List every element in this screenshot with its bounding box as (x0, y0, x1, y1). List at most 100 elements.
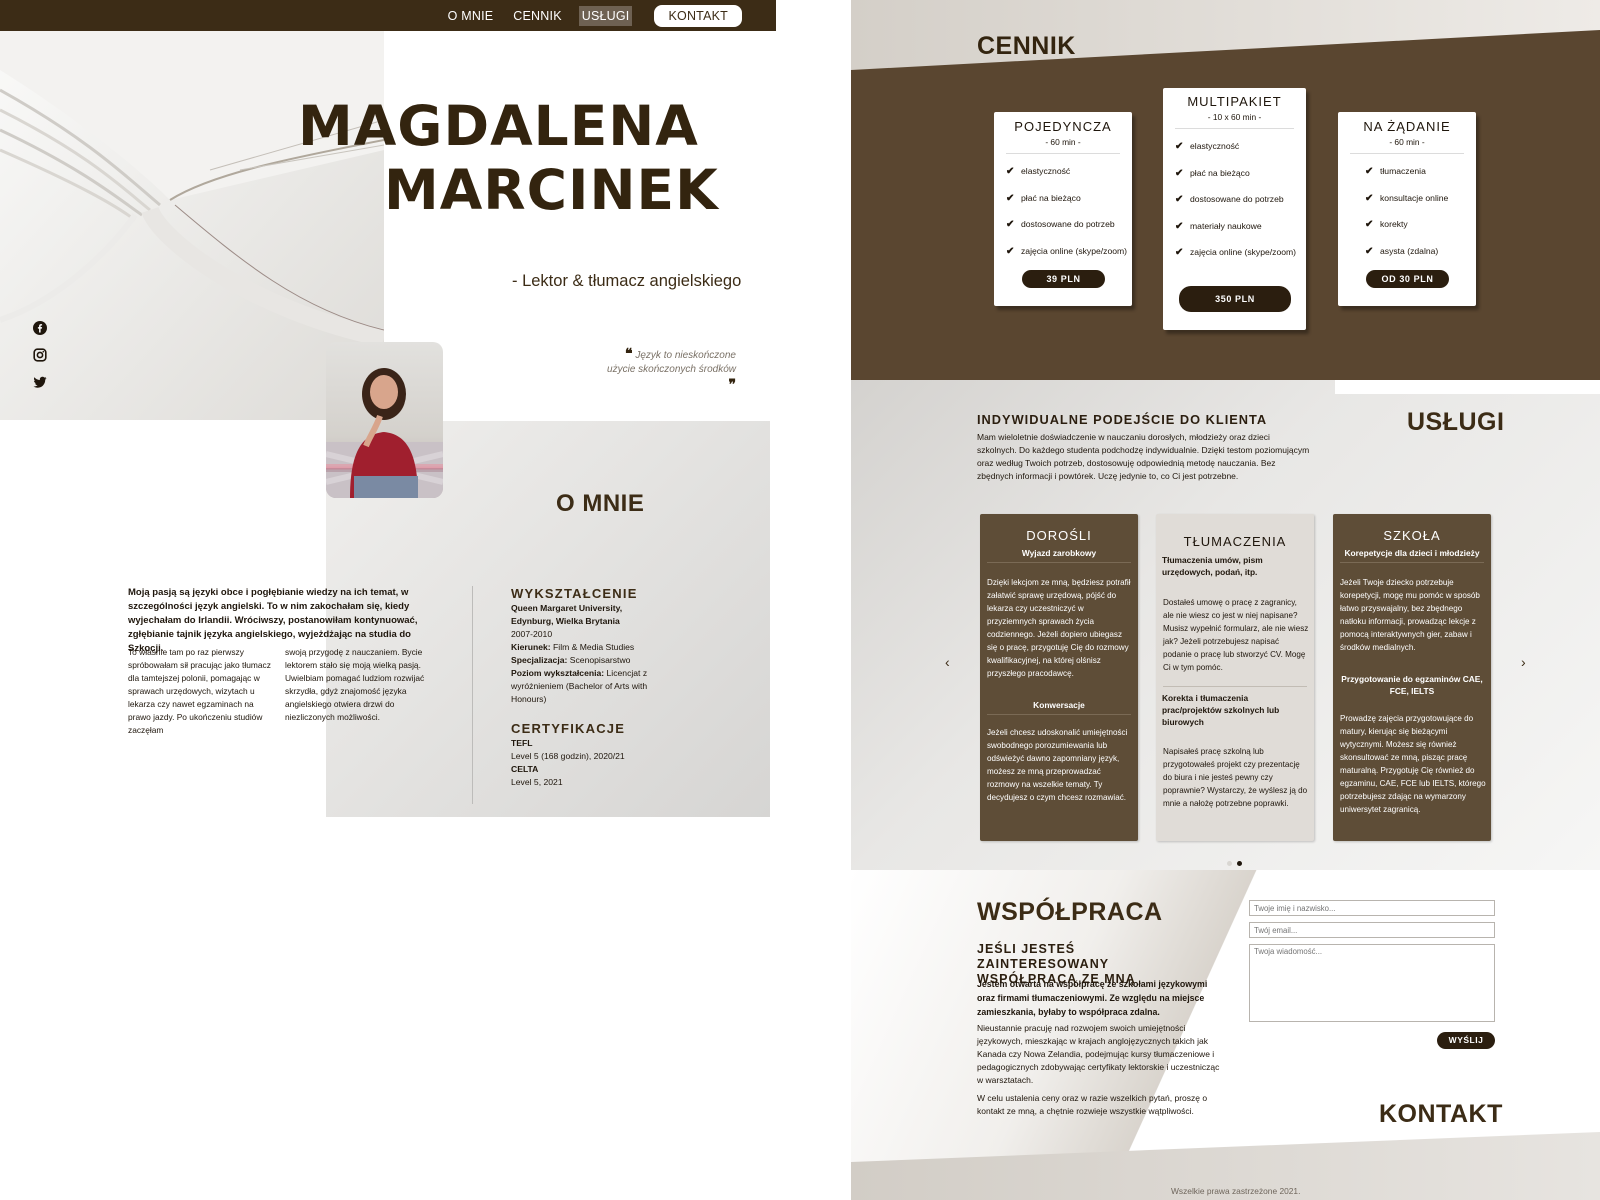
cert-1-name: TEFL (511, 738, 533, 748)
profile-photo (326, 342, 443, 498)
cooperation-text: Nieustannie pracuję nad rozwojem swoich … (977, 1023, 1220, 1085)
check-icon: ✔ (1365, 219, 1374, 230)
check-icon: ✔ (1365, 193, 1374, 204)
price-card-duration: - 60 min - (1045, 137, 1081, 147)
service-card-subtitle: Korekta i tłumaczenia prac/projektów szk… (1162, 693, 1280, 727)
card-divider (1006, 153, 1120, 154)
education-spec-label: Specjalizacja: (511, 655, 568, 665)
service-card-text: Dostałeś umowę o pracę z zagranicy, ale … (1163, 598, 1309, 672)
footer-copyright: Wszelkie prawa zastrzeżone 2021. (1171, 1186, 1301, 1196)
service-card-subtitle: Konwersacje (1033, 700, 1085, 710)
services-title: USŁUGI (1407, 408, 1505, 436)
certifications-title: CERTYFIKACJE (511, 721, 626, 736)
services-background-notch (1335, 380, 1600, 394)
about-divider (472, 586, 473, 804)
send-button[interactable]: WYŚLIJ (1437, 1032, 1495, 1049)
carousel-next-icon[interactable]: › (1521, 654, 1526, 670)
service-card-subtitle: Tłumaczenia umów, pism urzędowych, podań… (1162, 555, 1263, 577)
feature-item: ✔ dostosowane do potrzeb (1175, 194, 1284, 205)
service-card-text: Napisałeś pracę szkolną lub przygotowałe… (1163, 747, 1308, 808)
services-intro-title: INDYWIDUALNE PODEJŚCIE DO KLIENTA (977, 412, 1268, 427)
education-spec: Scenopisarstwo (569, 655, 631, 665)
carousel-dot-active[interactable] (1237, 861, 1242, 866)
check-icon: ✔ (1006, 193, 1015, 204)
feature-item: ✔ zajęcia online (skype/zoom) (1175, 247, 1297, 258)
hero-name-last: MARCINEK (384, 158, 719, 222)
service-card-title: DOROŚLI (1026, 528, 1092, 543)
education-title: WYKSZTAŁCENIE (511, 586, 638, 601)
card-divider (1175, 128, 1294, 129)
check-icon: ✔ (1006, 246, 1015, 257)
price-card-name: MULTIPAKIET (1187, 94, 1282, 109)
education-kierunek: Film & Media Studies (553, 642, 635, 652)
instagram-icon[interactable] (33, 348, 47, 362)
feature-item: ✔ materiały naukowe (1175, 221, 1262, 232)
education-kierunek-label: Kierunek: (511, 642, 551, 652)
carousel-dot[interactable] (1227, 861, 1232, 866)
quote-open-icon: ❝ (625, 345, 633, 361)
price-button[interactable]: OD 30 PLN (1366, 270, 1449, 288)
card-divider (1340, 562, 1484, 563)
nav-cennik[interactable]: CENNIK (510, 6, 564, 26)
landing-page-right: CENNIK POJEDYNCZA - 60 min - ✔ elastyczno… (851, 0, 1600, 1200)
check-icon: ✔ (1006, 219, 1015, 230)
cooperation-lead: Jestem otwarta na współpracę ze szkołami… (977, 979, 1208, 1017)
carousel-prev-icon[interactable]: ‹ (945, 654, 950, 670)
feature-item: ✔ asysta (zdalna) (1365, 246, 1439, 257)
feature-item: ✔ płać na bieżąco (1006, 193, 1081, 204)
check-icon: ✔ (1175, 247, 1184, 258)
price-card-duration: - 10 x 60 min - (1207, 112, 1262, 122)
check-icon: ✔ (1365, 246, 1374, 257)
service-card-title: TŁUMACZENIA (1183, 534, 1287, 549)
price-button[interactable]: 39 PLN (1022, 270, 1105, 288)
check-icon: ✔ (1175, 141, 1184, 152)
about-text-col2: swoją przygodę z nauczaniem. Bycie lekto… (285, 647, 425, 722)
card-divider (987, 562, 1131, 563)
nav-o-mnie[interactable]: O MNIE (445, 6, 497, 26)
card-divider (1350, 153, 1464, 154)
feature-item: ✔ tłumaczenia (1365, 166, 1426, 177)
service-card-subtitle: Przygotowanie do egzaminów CAE, FCE, IEL… (1341, 674, 1483, 696)
service-card-translations: TŁUMACZENIA Tłumaczenia umów, pism urzęd… (1156, 514, 1314, 841)
service-card-text: Dzięki lekcjom ze mną, będziesz potrafił… (987, 578, 1131, 678)
education-details: Queen Margaret University, Edynburg, Wie… (511, 602, 651, 706)
feature-item: ✔ płać na bieżąco (1175, 168, 1250, 179)
hero-quote: ❝ Język to nieskończone użycie skończony… (600, 346, 736, 394)
facebook-icon[interactable] (33, 321, 47, 335)
about-text-col1: To właśnie tam po raz pierwszy spróbował… (128, 647, 271, 735)
feature-item: ✔ zajęcia online (skype/zoom) (1006, 246, 1128, 257)
email-input[interactable] (1249, 922, 1495, 938)
nav-kontakt-button[interactable]: KONTAKT (654, 4, 742, 27)
service-card-subtitle: Wyjazd zarobkowy (1021, 548, 1097, 558)
cert-2-name: CELTA (511, 764, 539, 774)
message-textarea[interactable] (1249, 944, 1495, 1022)
cert-1-detail: Level 5 (168 godzin), 2020/21 (511, 751, 625, 761)
top-navbar: O MNIE CENNIK USŁUGI KONTAKT (0, 0, 776, 31)
price-card-duration: - 60 min - (1389, 137, 1425, 147)
education-level-label: Poziom wykształcenia: (511, 668, 605, 678)
service-card-text: Jeżeli Twoje dziecko potrzebuje korepety… (1340, 578, 1480, 652)
twitter-icon[interactable] (33, 375, 47, 389)
feature-item: ✔ dostosowane do potrzeb (1006, 219, 1115, 230)
about-title: O MNIE (556, 490, 645, 517)
education-years: 2007-2010 (511, 629, 553, 639)
services-intro-text: Mam wieloletnie doświadczenie w nauczani… (977, 432, 1310, 481)
price-button[interactable]: 350 PLN (1179, 286, 1291, 312)
feature-item: ✔ konsultacje online (1365, 193, 1449, 204)
cooperation-title: WSPÓŁPRACA (977, 898, 1163, 926)
feature-item: ✔ korekty (1365, 219, 1408, 230)
cert-2-detail: Level 5, 2021 (511, 777, 563, 787)
price-card-name: POJEDYNCZA (1014, 119, 1112, 134)
service-card-text: Prowadzę zajęcia przygotowujące do matur… (1340, 714, 1486, 814)
service-card-school: SZKOŁA Korepetycje dla dzieci i młodzież… (1333, 514, 1491, 841)
check-icon: ✔ (1175, 194, 1184, 205)
card-divider (987, 714, 1131, 715)
name-input[interactable] (1249, 900, 1495, 916)
pricing-title: CENNIK (977, 32, 1076, 60)
check-icon: ✔ (1365, 166, 1374, 177)
hero-subtitle: - Lektor & tłumacz angielskiego (512, 272, 742, 290)
price-card-single: POJEDYNCZA - 60 min - ✔ elastyczność ✔ pła… (994, 112, 1132, 306)
nav-uslugi[interactable]: USŁUGI (578, 5, 633, 26)
feature-item: ✔ elastyczność (1006, 166, 1071, 177)
card-divider (1163, 686, 1307, 687)
